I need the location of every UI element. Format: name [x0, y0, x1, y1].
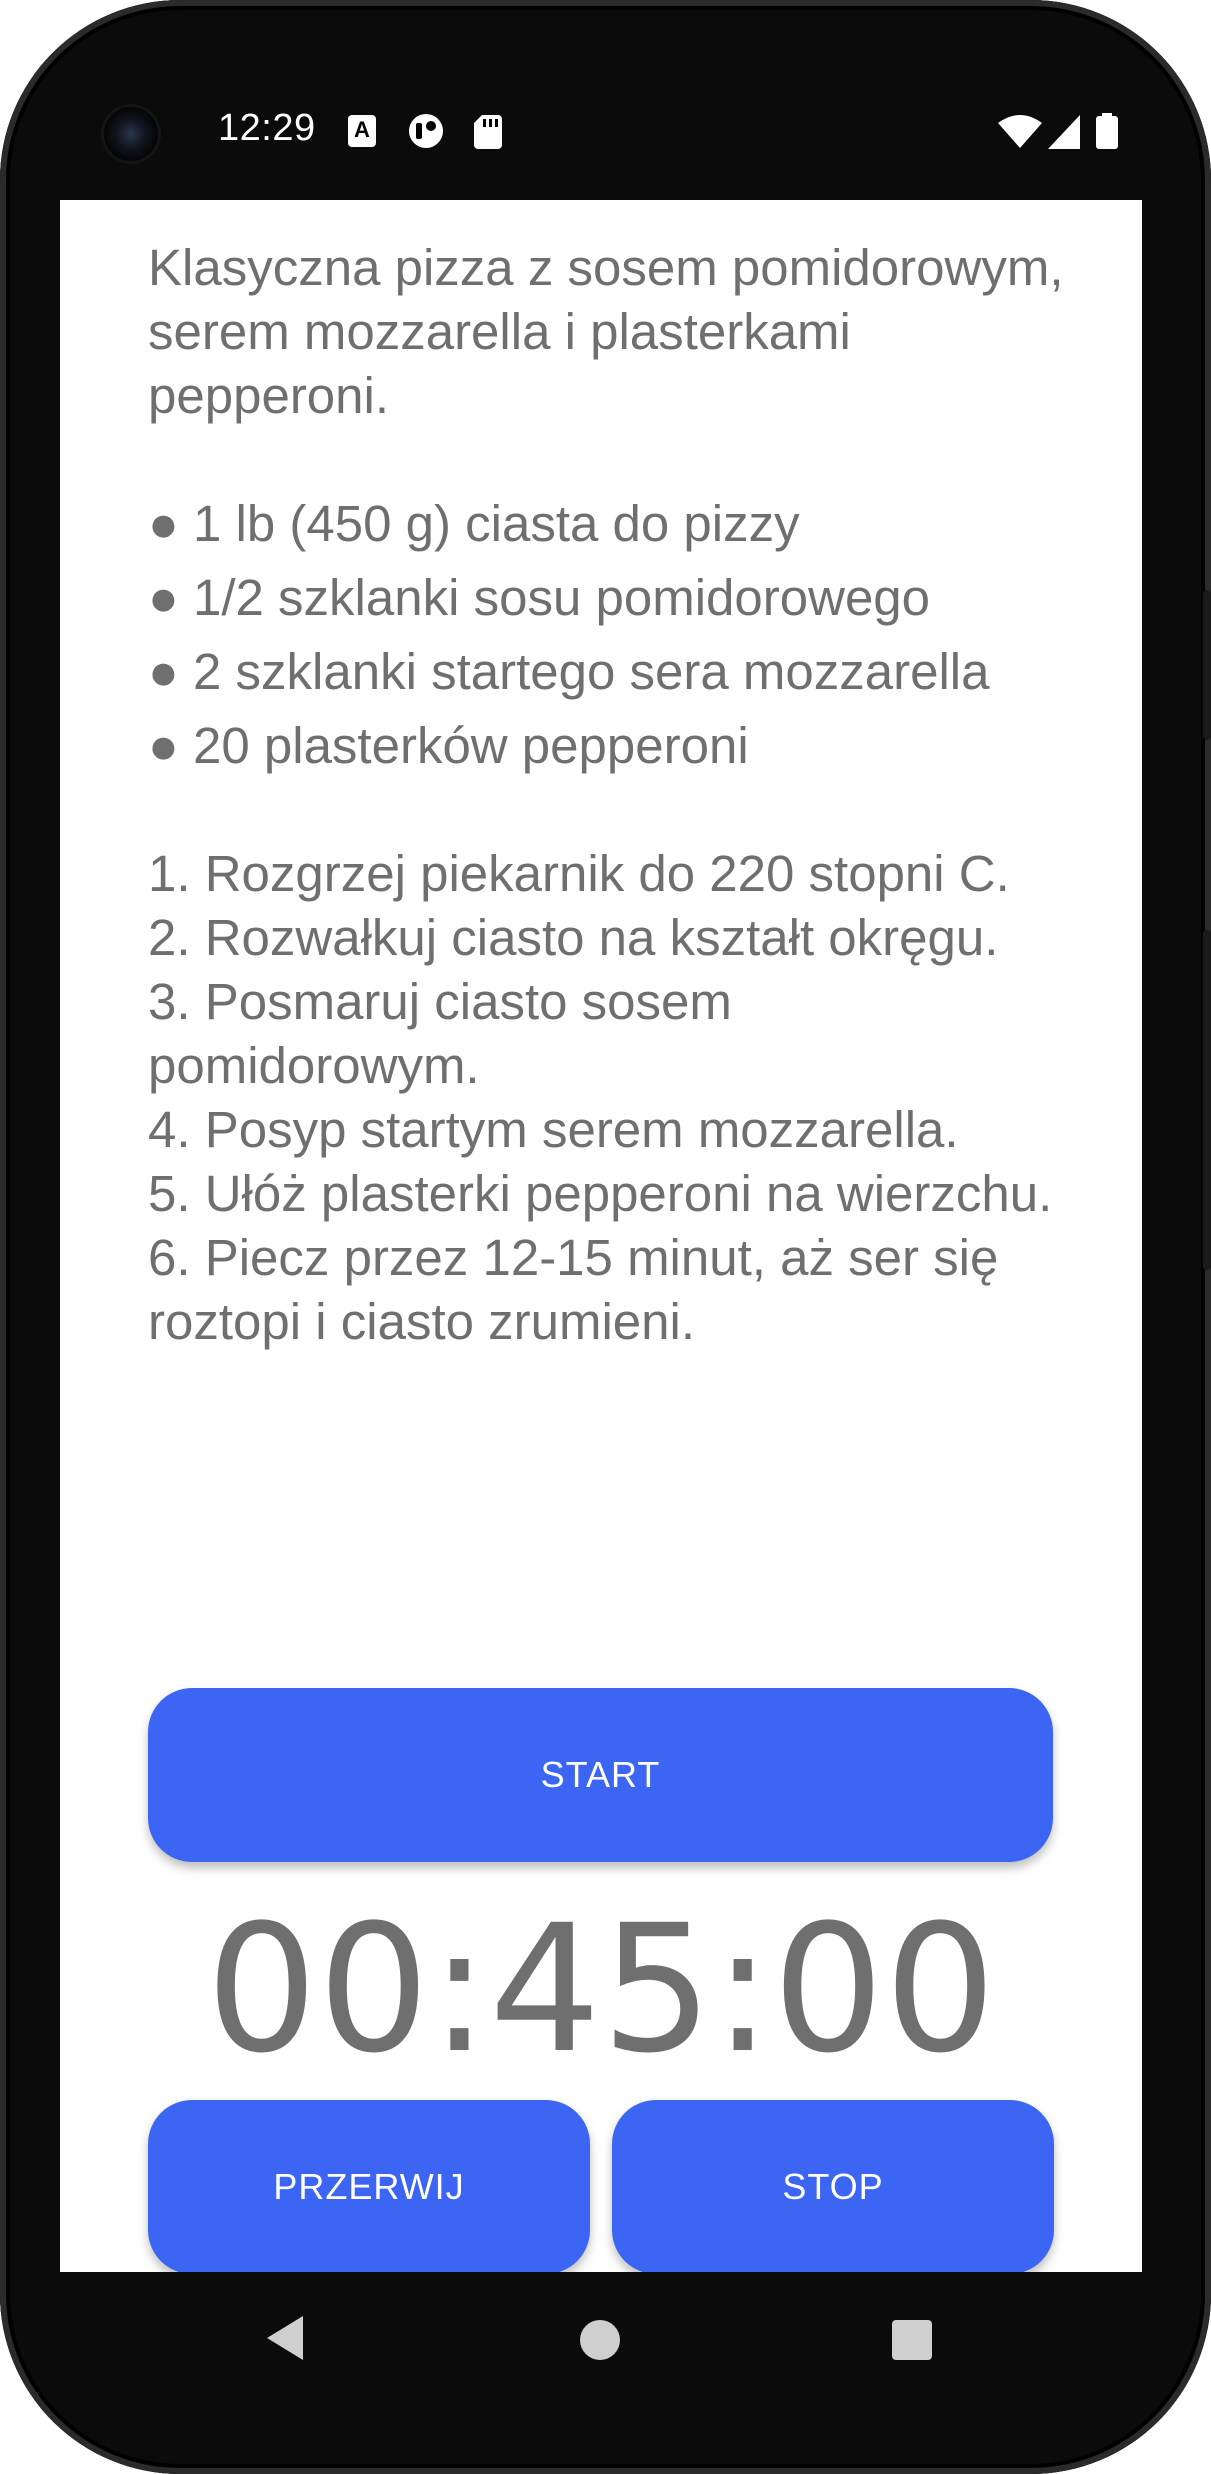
- steps-list: 1. Rozgrzej piekarnik do 220 stopni C. 2…: [148, 842, 1068, 1354]
- start-button[interactable]: START: [148, 1688, 1053, 1862]
- step-item: 6. Piecz przez 12-15 minut, aż ser się r…: [148, 1229, 999, 1350]
- a-icon: A: [348, 115, 376, 147]
- signal-icon: [1048, 115, 1080, 149]
- step-item: 4. Posyp startym serem mozzarella.: [148, 1101, 959, 1158]
- ingredient-item: ● 1/2 szklanki sosu pomidorowego: [148, 569, 931, 626]
- recents-icon[interactable]: [892, 2320, 932, 2360]
- step-item: 3. Posmaruj ciasto sosem pomidorowym.: [148, 973, 732, 1094]
- ingredients-list: ● 1 lb (450 g) ciasta do pizzy ● 1/2 szk…: [148, 492, 1068, 778]
- camera-icon: [104, 107, 158, 161]
- step-item: 2. Rozwałkuj ciasto na kształt okręgu.: [148, 909, 999, 966]
- recipe-description: Klasyczna pizza z sosem pomidorowym, ser…: [148, 239, 1064, 424]
- ingredient-item: ● 2 szklanki startego sera mozzarella: [148, 643, 990, 700]
- step-item: 1. Rozgrzej piekarnik do 220 stopni C.: [148, 845, 1010, 902]
- ingredient-item: ● 20 plasterków pepperoni: [148, 717, 749, 774]
- status-time: 12:29: [218, 107, 316, 149]
- step-item: 5. Ułóż plasterki pepperoni na wierzchu.: [148, 1165, 1053, 1222]
- recipe-content: Klasyczna pizza z sosem pomidorowym, ser…: [148, 236, 1068, 1354]
- timer-display: 00:45:00: [205, 1887, 997, 2092]
- sd-card-icon: [474, 115, 502, 149]
- navigation-bar: [60, 2272, 1142, 2412]
- volume-button: [1203, 930, 1211, 1270]
- status-bar: 12:29 A: [60, 95, 1150, 175]
- stop-button[interactable]: STOP: [612, 2100, 1054, 2272]
- power-button: [1203, 590, 1211, 740]
- battery-icon: [1096, 113, 1118, 149]
- back-icon[interactable]: [265, 2314, 305, 2362]
- home-icon[interactable]: [580, 2320, 620, 2360]
- ingredient-item: ● 1 lb (450 g) ciasta do pizzy: [148, 495, 800, 552]
- pause-button[interactable]: PRZERWIJ: [148, 2100, 590, 2272]
- sync-icon: [409, 114, 443, 148]
- wifi-icon: [998, 115, 1042, 148]
- app-screen: Klasyczna pizza z sosem pomidorowym, ser…: [60, 200, 1142, 2272]
